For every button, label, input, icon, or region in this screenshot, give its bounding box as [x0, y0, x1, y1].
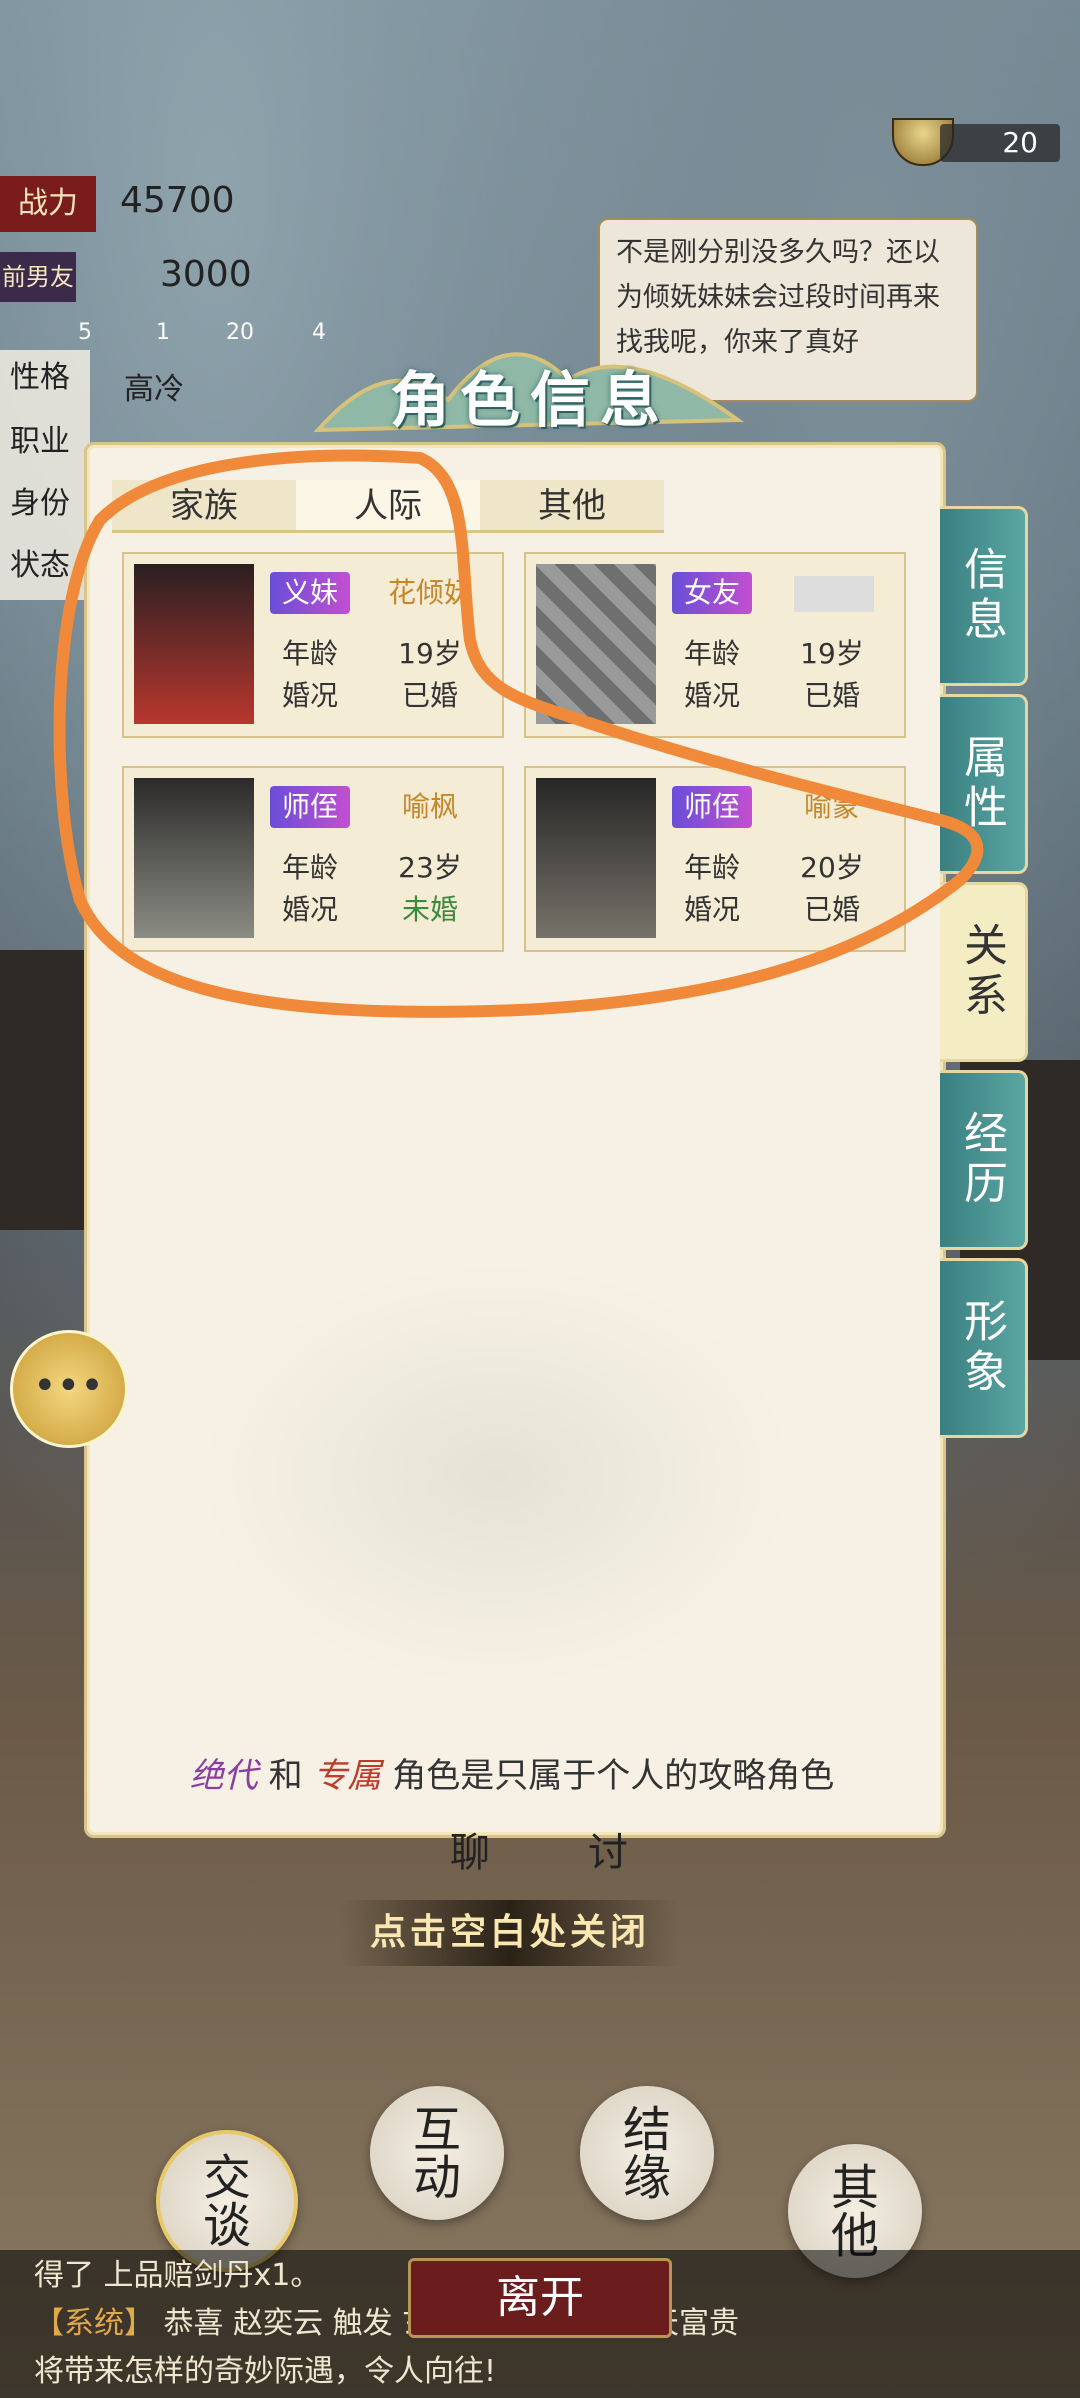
ellipsis-icon: •••: [33, 1363, 104, 1409]
ex-boyfriend-value: 3000: [160, 254, 252, 295]
dialog-footer-note: 绝代 和 专属 角色是只属于个人的攻略角色: [100, 1748, 924, 1797]
attr-label-personality: 性格: [10, 360, 70, 395]
tab-family[interactable]: 家族: [112, 480, 296, 530]
character-portrait: [134, 778, 254, 938]
chat-bubble-button[interactable]: •••: [10, 1330, 128, 1448]
footer-and: 和: [268, 1756, 303, 1796]
ex-boyfriend-label: 前男友: [0, 252, 76, 302]
interact-button[interactable]: 互动: [370, 2086, 504, 2220]
character-name: 喻蒙: [803, 790, 860, 823]
relation-card[interactable]: 义妹 花倾妩 年龄 19岁 婚况 已婚: [122, 552, 504, 738]
bond-label: 结缘: [622, 2102, 671, 2206]
interact-label: 互动: [412, 2102, 461, 2206]
mini-count-2: 1: [156, 320, 170, 345]
close-hint[interactable]: 点击空白处关闭: [340, 1900, 680, 1966]
bamboo-watermark: [147, 1225, 847, 1725]
side-tab-attributes[interactable]: 属性: [940, 694, 1028, 874]
attr-label-identity: 身份: [10, 486, 70, 521]
character-name-redacted: [794, 576, 874, 612]
marital-label: 婚况: [281, 679, 338, 712]
relation-badge: 师侄: [270, 786, 350, 828]
marital-value: 已婚: [803, 679, 860, 712]
attr-label-status: 状态: [10, 548, 70, 583]
age-value: 19岁: [800, 637, 864, 670]
age-label: 年龄: [281, 637, 338, 670]
character-portrait: [134, 564, 254, 724]
age-label: 年龄: [683, 851, 740, 884]
tab-other[interactable]: 其他: [480, 480, 664, 530]
age-label: 年龄: [281, 851, 338, 884]
marital-label: 婚况: [281, 893, 338, 926]
marital-value: 已婚: [401, 679, 458, 712]
attr-label-job: 职业: [10, 424, 70, 459]
character-portrait-blurred: [536, 564, 656, 724]
age-value: 20岁: [800, 851, 864, 884]
footer-rest: 角色是只属于个人的攻略角色: [392, 1756, 835, 1796]
tab-social[interactable]: 人际: [296, 480, 480, 530]
age-label: 年龄: [683, 637, 740, 670]
marital-value: 已婚: [803, 893, 860, 926]
mini-count-3: 20: [226, 320, 254, 345]
relation-badge: 女友: [672, 572, 752, 614]
age-value: 23岁: [398, 851, 462, 884]
other-label: 其他: [830, 2160, 879, 2264]
footer-em-legendary: 绝代: [189, 1756, 258, 1796]
character-name: 喻枫: [401, 790, 458, 823]
mini-counters: 5 1 20 4: [30, 306, 350, 346]
side-tab-appearance[interactable]: 形象: [940, 1258, 1028, 1438]
age-value: 19岁: [398, 637, 462, 670]
power-value: 45700: [120, 180, 235, 221]
side-tab-history[interactable]: 经历: [940, 1070, 1028, 1250]
log-system-tag: 【系统】: [34, 2306, 154, 2341]
relation-card[interactable]: 师侄 喻枫 年龄 23岁 婚况 未婚: [122, 766, 504, 952]
relation-badge: 义妹: [270, 572, 350, 614]
talk-label: 交谈: [202, 2150, 251, 2254]
mini-count-1: 5: [78, 320, 92, 345]
marital-label: 婚况: [683, 893, 740, 926]
hidden-chat-label: 聊: [450, 1830, 490, 1876]
side-tab-info[interactable]: 信息: [940, 506, 1028, 686]
attr-value-personality: 高冷: [124, 372, 184, 407]
hidden-discuss-label: 讨: [588, 1830, 628, 1876]
footer-em-exclusive: 专属: [313, 1756, 382, 1796]
marital-label: 婚况: [683, 679, 740, 712]
bond-button[interactable]: 结缘: [580, 2086, 714, 2220]
relation-badge: 师侄: [672, 786, 752, 828]
character-portrait: [536, 778, 656, 938]
power-label: 战力: [0, 176, 96, 232]
leave-button[interactable]: 离开: [408, 2258, 672, 2338]
relation-card[interactable]: 女友 年龄 19岁 婚况 已婚: [524, 552, 906, 738]
dialog-title: 角色信息: [390, 366, 670, 436]
side-tab-relations[interactable]: 关系: [940, 882, 1028, 1062]
marital-value: 未婚: [401, 893, 458, 926]
relation-card[interactable]: 师侄 喻蒙 年龄 20岁 婚况 已婚: [524, 766, 906, 952]
log-line-3: 将带来怎样的奇妙际遇，令人向往!: [34, 2354, 497, 2389]
currency-value: 20: [940, 124, 1060, 162]
character-name: 花倾妩: [387, 576, 472, 609]
relation-tabs: 家族 人际 其他: [112, 480, 664, 533]
